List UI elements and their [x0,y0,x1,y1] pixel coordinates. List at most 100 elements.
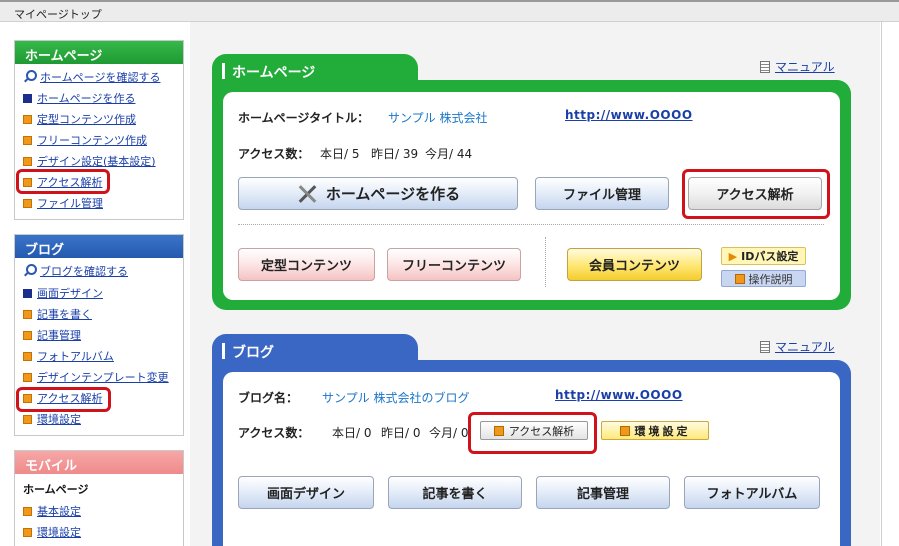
blog-url-link[interactable]: http://www.OOOO [555,388,683,402]
blog-access-month: 今月/ 0 [429,426,469,440]
sidebar-item-label[interactable]: 環境設定 [37,524,81,540]
sidebar-mobile: モバイル ホームページ 基本設定 環境設定 [14,450,184,546]
howto-button[interactable]: 操作説明 [721,270,806,287]
sidebar-item-label[interactable]: デザイン設定(基本設定) [37,153,156,169]
blog-manual-link[interactable]: マニュアル [760,338,835,355]
orange-square-icon [23,309,32,319]
orange-square-icon [23,156,32,166]
manual-label[interactable]: マニュアル [775,338,835,355]
blog-access-yesterday: 昨日/ 0 [381,426,421,440]
env-settings-button[interactable]: 環境設定 [601,421,709,440]
page-title: マイページトップ [14,8,102,21]
homepage-manual-link[interactable]: マニュアル [760,58,835,75]
orange-square-icon [619,425,630,436]
sidebar-item-label[interactable]: ブログを確認する [40,263,128,279]
file-management-button[interactable]: ファイル管理 [535,177,669,210]
sidebar-item-check-homepage[interactable]: ホームページを確認する [23,69,160,85]
sidebar-item-template-content[interactable]: 定型コンテンツ作成 [23,111,136,127]
sidebar-item-label[interactable]: 基本設定 [37,503,81,519]
homepage-url-link[interactable]: http://www.OOOO [565,108,693,122]
orange-square-icon [23,414,32,424]
blog-access-today: 本日/ 0 [332,426,372,440]
tools-icon [296,183,318,205]
dotted-divider [238,224,824,225]
sidebar-subtitle-label: ホームページ [23,483,89,496]
button-label: ファイル管理 [562,188,641,203]
homepage-access-yesterday: 昨日/ 39 [371,147,419,161]
sidebar-item-label[interactable]: 定型コンテンツ作成 [37,111,136,127]
id-pass-settings-button[interactable]: ▶ IDパス設定 [721,247,806,265]
blog-panel-body [223,372,840,546]
sidebar-item-write-post[interactable]: 記事を書く [23,306,92,322]
sidebar-mobile-title: モバイル [15,451,183,474]
sidebar-item-screen-design[interactable]: 画面デザイン [23,285,103,301]
sidebar-item-design-settings[interactable]: デザイン設定(基本設定) [23,153,156,169]
sidebar-item-change-template[interactable]: デザインテンプレート変更 [23,369,169,385]
sidebar-item-make-homepage[interactable]: ホームページを作る [23,90,135,106]
button-label: フォトアルバム [706,487,798,502]
orange-square-icon [23,135,32,145]
document-icon [760,340,770,353]
button-label: フリーコンテンツ [401,259,506,274]
sidebar-item-mobile-env-settings[interactable]: 環境設定 [23,524,81,540]
button-label: IDパス設定 [741,250,799,263]
manual-label[interactable]: マニュアル [775,58,835,75]
sidebar-item-file-management[interactable]: ファイル管理 [23,195,103,211]
manage-posts-button[interactable]: 記事管理 [536,476,670,509]
orange-square-icon [23,527,32,537]
sidebar-item-label[interactable]: 記事を書く [37,306,92,322]
sidebar-item-check-blog[interactable]: ブログを確認する [23,263,128,279]
sidebar-item-label[interactable]: ホームページを確認する [40,69,160,85]
sidebar-item-label[interactable]: フォトアルバム [37,348,114,364]
member-content-button[interactable]: 会員コンテンツ [567,248,702,281]
navy-square-icon [23,288,32,298]
sidebar-item-label[interactable]: ホームページを作る [37,90,135,106]
homepage-access-month: 今月/ 44 [425,147,473,161]
homepage-access-today: 本日/ 5 [320,147,360,161]
sidebar-item-label[interactable]: フリーコンテンツ作成 [37,132,147,148]
sidebar-item-label[interactable]: 環境設定 [37,411,81,427]
blog-name-label: ブログ名： [238,391,299,405]
sidebar-item-label[interactable]: 記事管理 [37,327,81,343]
dotted-divider [545,237,546,287]
magnifier-icon [23,70,37,84]
button-label: 環境設定 [634,424,691,438]
highlight-ring [16,387,111,412]
sidebar-item-photo-album[interactable]: フォトアルバム [23,348,114,364]
homepage-title-value: サンプル 株式会社 [388,111,488,125]
right-divider [881,22,882,546]
write-post-button[interactable]: 記事を書く [388,476,522,509]
sidebar-item-label[interactable]: 画面デザイン [37,285,103,301]
photo-album-button[interactable]: フォトアルバム [684,476,820,509]
homepage-title-label: ホームページタイトル： [238,111,370,125]
orange-square-icon [23,506,32,516]
magnifier-icon [23,264,37,278]
blog-name-value: サンプル 株式会社のブログ [322,391,470,405]
screen-design-button[interactable]: 画面デザイン [238,476,374,509]
sidebar-item-label[interactable]: ファイル管理 [37,195,103,211]
sidebar-mobile-subtitle: ホームページ [23,481,88,497]
make-homepage-button[interactable]: ホームページを作る [238,177,518,210]
highlight-ring [16,169,110,194]
sidebar-item-env-settings[interactable]: 環境設定 [23,411,81,427]
button-label: 画面デザイン [266,487,345,502]
template-content-button[interactable]: 定型コンテンツ [238,248,375,281]
orange-square-icon [23,372,32,382]
homepage-access-label: アクセス数： [238,147,310,161]
button-label: 記事管理 [576,487,629,502]
sidebar-item-basic-settings[interactable]: 基本設定 [23,503,81,519]
orange-square-icon [23,351,32,361]
blog-access-label: アクセス数： [238,426,310,440]
sidebar-homepage-title: ホームページ [15,41,183,64]
sidebar-item-manage-posts[interactable]: 記事管理 [23,327,81,343]
arrow-right-icon: ▶ [728,249,738,263]
top-bar: マイページトップ [0,0,899,22]
sidebar-blog-title: ブログ [15,235,183,258]
sidebar-item-free-content[interactable]: フリーコンテンツ作成 [23,132,147,148]
navy-square-icon [23,93,32,103]
button-label: ホームページを作る [325,185,461,203]
free-content-button[interactable]: フリーコンテンツ [387,248,521,281]
highlight-ring [468,412,597,454]
orange-square-icon [23,330,32,340]
sidebar-item-label[interactable]: デザインテンプレート変更 [37,369,169,385]
